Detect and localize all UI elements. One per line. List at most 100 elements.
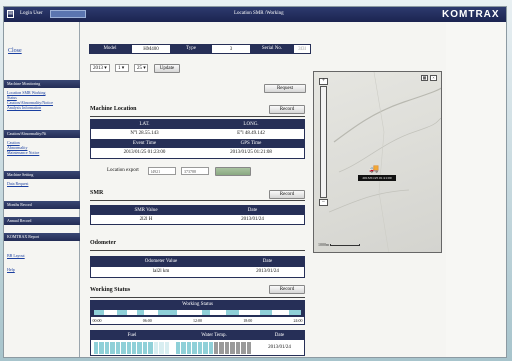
export-button[interactable] (215, 167, 251, 176)
menu-icon[interactable]: ▤ (7, 10, 14, 18)
serial-label: Serial No. (251, 44, 293, 54)
zoom-out-icon[interactable]: − (319, 199, 328, 206)
update-button[interactable]: Update (154, 64, 180, 73)
month-select[interactable]: 1 ▾ (115, 64, 129, 72)
scale-bar (330, 244, 361, 247)
working-status-title: Working Status (90, 287, 131, 293)
smr-date-header: Date (201, 206, 304, 215)
smr-value: 2l2l H (139, 217, 153, 222)
sidebar-header-caution[interactable]: Caution/Abnormality/Ni (4, 130, 80, 138)
type-value: 3 (211, 44, 251, 54)
year-value: 2013 (93, 66, 103, 71)
sidebar-link-help[interactable]: Help (7, 267, 15, 272)
gauge-date-header: Date (255, 331, 304, 340)
lat-value: N°l 28.55.143 (130, 131, 159, 136)
smr-table: SMR Value Date 2l2l H 2013/01/24 (90, 205, 305, 225)
gauges-table: Fuel Water Temp. Date 2013/01/24 (90, 330, 305, 356)
gauge-cell (164, 342, 170, 354)
main-content: Model HM400 Type 3 Serial No. 3l3l 2013 … (81, 22, 311, 357)
working-record-button[interactable]: Record (269, 285, 305, 294)
fuel-header: Fuel (91, 331, 173, 340)
working-status-bar (94, 310, 301, 315)
sidebar: Close Machine Monitoring Location SMR Wo… (4, 22, 80, 357)
odometer-value-header: Odometer Value (91, 257, 231, 267)
map-terrain (328, 72, 441, 252)
working-status-header: Working Status (182, 302, 213, 307)
working-segment (158, 310, 177, 315)
truck-marker-icon[interactable]: 🚚 (369, 164, 379, 173)
request-button[interactable]: Request (264, 84, 306, 93)
working-segment (116, 310, 128, 315)
working-segment (259, 310, 272, 315)
login-user-value (50, 10, 86, 18)
working-segment (226, 310, 239, 315)
time-tick-label: 12:00 (192, 318, 203, 323)
time-tick-label: 18:00 (243, 318, 253, 323)
location-export-label: Location export (107, 168, 139, 173)
month-value: 1 (118, 66, 121, 71)
working-segment (137, 310, 144, 315)
sidebar-header-komtrax-report[interactable]: KOMTRAX Report (4, 233, 80, 241)
app-window: ▤ Login User Location SMR /Working KOMTR… (3, 6, 507, 358)
time-tick-label: 24:00 (293, 318, 303, 323)
zoom-in-icon[interactable]: + (319, 78, 328, 85)
location-record-button[interactable]: Record (269, 105, 305, 114)
working-segment (288, 310, 301, 315)
sidebar-header-annual-record[interactable]: Annual Record (4, 217, 80, 225)
event-time-value: 2013/01/25 01:23:00 (123, 150, 166, 155)
sidebar-header-months-record[interactable]: Months Record (4, 201, 80, 209)
location-map[interactable]: + − ▦ × 🚚 2013/01/25 01:21:00 1000m (313, 71, 442, 253)
map-close-icon[interactable]: × (430, 75, 437, 81)
page-title: Location SMR /Working (234, 11, 284, 16)
map-type-icon[interactable]: ▦ (421, 75, 428, 81)
smr-value-header: SMR Value (91, 206, 201, 215)
machine-location-title: Machine Location (90, 106, 137, 112)
long-value: E°l 48.49.142 (237, 131, 265, 136)
divider (90, 200, 305, 201)
sidebar-link-analysis[interactable]: Analysis Information (7, 105, 41, 110)
sidebar-link-maintenance-notice[interactable]: Maintenance Notice (7, 150, 39, 155)
serial-value: 3l3l (293, 44, 311, 54)
sidebar-link-data-request[interactable]: Data Request (7, 181, 28, 186)
sidebar-header-machine-setting[interactable]: Machine Setting (4, 171, 80, 179)
odometer-table: Odometer Value Date lal2l km 2013/01/24 (90, 256, 305, 278)
divider (90, 250, 305, 251)
fuel-gauge (94, 342, 170, 354)
day-select[interactable]: 25 ▾ (134, 64, 148, 72)
divider (90, 297, 305, 298)
divider (90, 116, 305, 117)
smr-record-button[interactable]: Record (269, 190, 305, 199)
odometer-date: 2013/01/24 (256, 269, 279, 274)
event-time-header: Event Time (91, 139, 198, 148)
model-value: HM400 (131, 44, 171, 54)
gps-time-value: 2013/01/25 01:21:08 (230, 150, 272, 155)
gps-time-header: GPS Time (198, 139, 304, 148)
odometer-value: lal2l km (152, 269, 170, 274)
type-label: Type (171, 44, 211, 54)
export-input-2[interactable]: 373788 (181, 167, 209, 175)
top-bar: ▤ Login User Location SMR /Working KOMTR… (4, 7, 506, 22)
close-link[interactable]: Close (8, 48, 22, 54)
long-header: LONG. (198, 120, 304, 129)
zoom-slider[interactable] (320, 86, 327, 198)
smr-title: SMR (90, 190, 104, 196)
sidebar-link-bb-layout[interactable]: BB Layout (7, 253, 25, 258)
sidebar-header-machine-monitoring[interactable]: Machine Monitoring (4, 80, 80, 88)
map-scale: 1000m (318, 242, 361, 247)
working-status-table: Working Status 00:00 06:00 12:00 18:00 24:00 (90, 300, 305, 325)
model-label: Model (89, 44, 131, 54)
login-user-label: Login User (20, 11, 43, 16)
export-input-1[interactable]: l4921 (148, 167, 176, 175)
map-scale-label: 1000m (318, 242, 330, 247)
year-select[interactable]: 2013 ▾ (90, 64, 110, 72)
smr-date: 2013/01/24 (241, 217, 264, 222)
location-table: LAT. LONG. N°l 28.55.143 E°l 48.49.142 E… (90, 119, 305, 159)
komtrax-logo: KOMTRAX (442, 9, 500, 20)
right-panel (446, 22, 506, 357)
marker-label: 2013/01/25 01:21:00 (358, 175, 396, 181)
working-segment (201, 310, 210, 315)
gauge-cell (246, 342, 252, 354)
working-segment (94, 310, 105, 315)
water-temp-header: Water Temp. (173, 331, 255, 340)
odometer-date-header: Date (231, 257, 304, 267)
